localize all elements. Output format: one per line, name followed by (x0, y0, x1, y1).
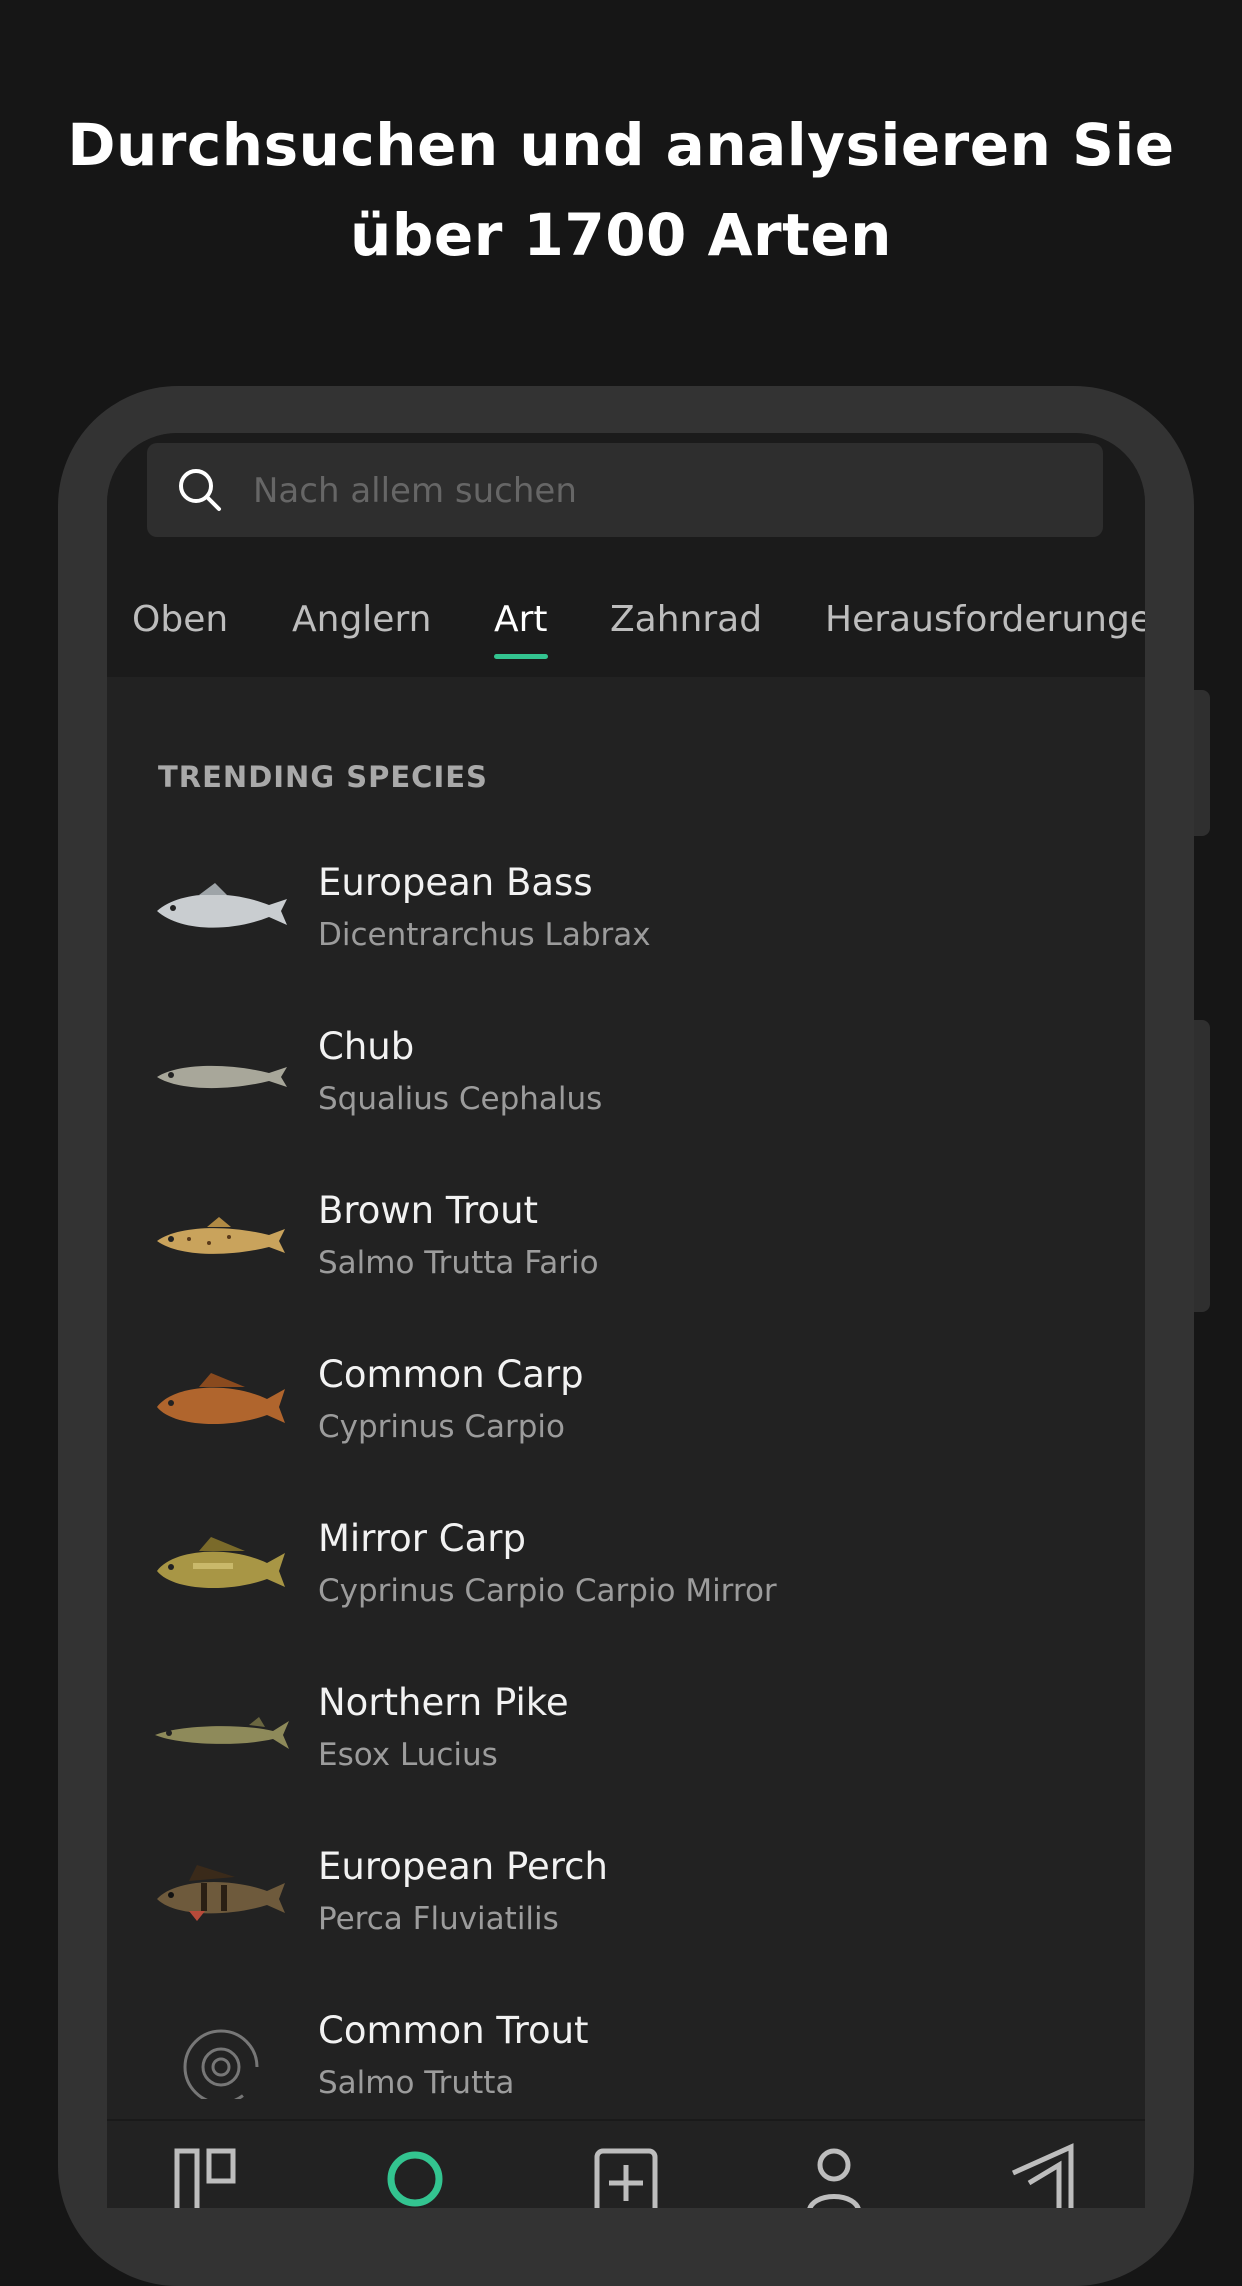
species-name: European Bass (318, 861, 593, 904)
tab-label: Anglern (292, 599, 432, 640)
species-name: Chub (318, 1025, 415, 1068)
fish-icon (157, 1217, 285, 1254)
species-name: Brown Trout (318, 1189, 539, 1232)
fish-icon (157, 1065, 287, 1089)
phone-side-button (1194, 690, 1210, 836)
section-title: TRENDING SPECIES (158, 760, 488, 794)
species-scientific-name: Esox Lucius (318, 1737, 498, 1773)
add-icon[interactable] (591, 2143, 661, 2208)
tab-herausforderungen[interactable]: Herausforderungen (825, 583, 1145, 677)
tab-oben[interactable]: Oben (132, 583, 228, 677)
species-item[interactable]: Northern Pike Esox Lucius (107, 1673, 1145, 1837)
search-icon (179, 469, 221, 511)
species-scientific-name: Perca Fluviatilis (318, 1901, 559, 1937)
search-bar[interactable] (147, 443, 1103, 539)
species-name: Common Carp (318, 1353, 584, 1396)
phone-side-button (1194, 1020, 1210, 1312)
app-screen: Oben Anglern Art Zahnrad Herausforderung… (107, 433, 1145, 2208)
fish-icon (157, 1373, 285, 1425)
species-scientific-name: Cyprinus Carpio (318, 1409, 565, 1445)
tab-anglern[interactable]: Anglern (292, 583, 431, 677)
species-item[interactable]: Mirror Carp Cyprinus Carpio Carpio Mirro… (107, 1509, 1145, 1673)
headline: Durchsuchen und analysieren Sie über 170… (0, 100, 1242, 280)
profile-icon[interactable] (799, 2143, 869, 2208)
tab-label: Zahnrad (610, 599, 763, 640)
headline-line-2: über 1700 Arten (350, 201, 892, 269)
species-item[interactable]: Brown Trout Salmo Trutta Fario (107, 1181, 1145, 1345)
tab-bar: Oben Anglern Art Zahnrad Herausforderung… (107, 583, 1145, 677)
tab-label: Oben (132, 599, 229, 640)
species-name: Northern Pike (318, 1681, 569, 1724)
species-scientific-name: Squalius Cephalus (318, 1081, 603, 1117)
fish-icon (157, 1537, 285, 1589)
species-item[interactable]: Common Carp Cyprinus Carpio (107, 1345, 1145, 1509)
placeholder-species-icon (183, 2029, 259, 2099)
species-scientific-name: Cyprinus Carpio Carpio Mirror (318, 1573, 777, 1609)
fish-icon (157, 883, 287, 928)
species-item[interactable]: European Perch Perca Fluviatilis (107, 1837, 1145, 2001)
feed-icon[interactable] (171, 2143, 241, 2208)
fish-icon (157, 1865, 285, 1921)
fish-icon (155, 1717, 289, 1749)
species-item[interactable]: European Bass Dicentrarchus Labrax (107, 853, 1145, 1017)
active-tab-indicator (494, 654, 548, 659)
search-icon[interactable] (383, 2143, 453, 2208)
bottom-navigation (107, 2119, 1145, 2208)
species-name: Common Trout (318, 2009, 589, 2052)
tab-art[interactable]: Art (494, 583, 548, 677)
species-scientific-name: Dicentrarchus Labrax (318, 917, 651, 953)
search-input[interactable] (251, 443, 1075, 539)
tab-zahnrad[interactable]: Zahnrad (610, 583, 762, 677)
header-area: Oben Anglern Art Zahnrad Herausforderung… (107, 433, 1145, 677)
species-name: European Perch (318, 1845, 608, 1888)
tab-label: Herausforderungen (825, 599, 1145, 640)
species-item[interactable]: Chub Squalius Cephalus (107, 1017, 1145, 1181)
map-icon[interactable] (1009, 2143, 1079, 2208)
species-name: Mirror Carp (318, 1517, 526, 1560)
tab-label: Art (494, 599, 548, 640)
headline-line-1: Durchsuchen und analysieren Sie (67, 111, 1175, 179)
species-scientific-name: Salmo Trutta (318, 2065, 515, 2101)
species-scientific-name: Salmo Trutta Fario (318, 1245, 599, 1281)
